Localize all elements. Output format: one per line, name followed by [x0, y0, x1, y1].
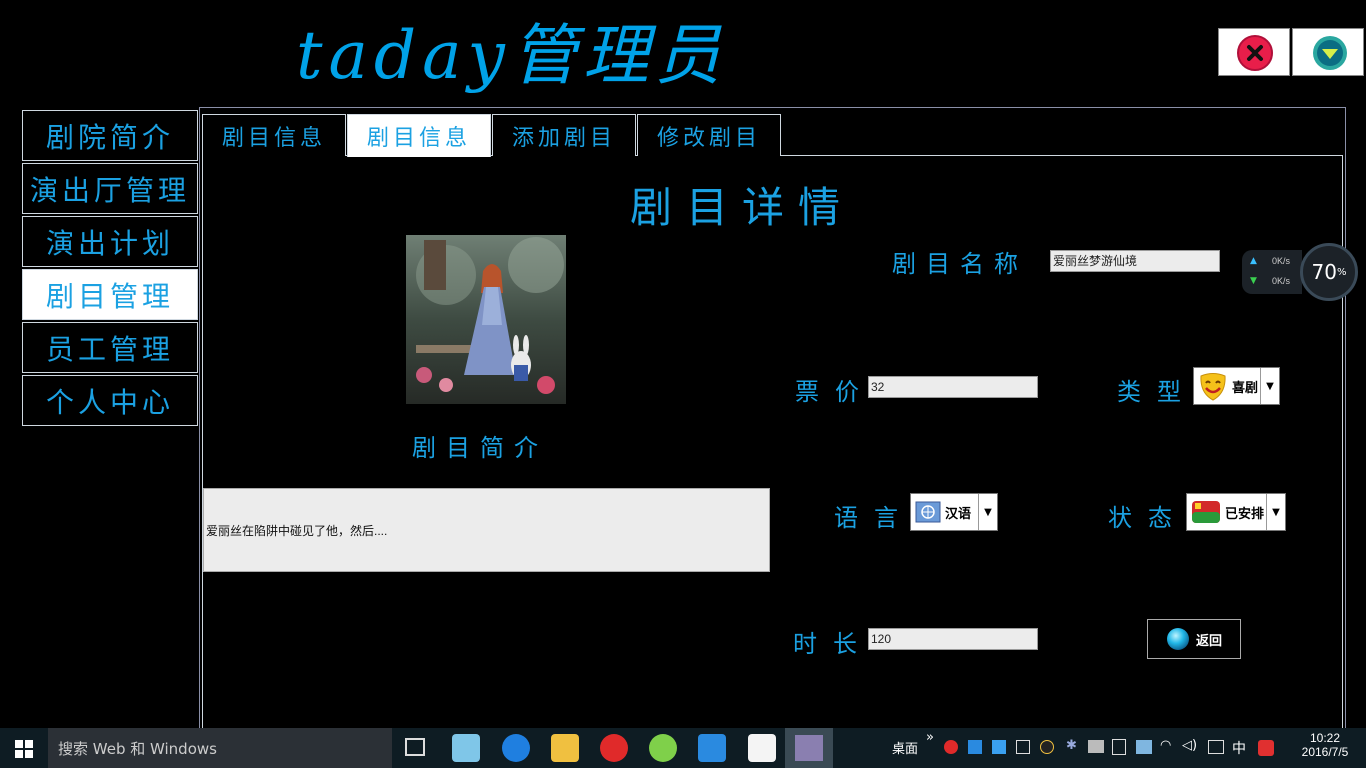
- intro-textarea[interactable]: 爱丽丝在陷阱中碰见了他，然后....: [203, 488, 770, 572]
- chevron-right-icon[interactable]: »: [926, 730, 934, 745]
- sidebar-item-show-plan[interactable]: 演出计划: [22, 216, 198, 267]
- shield-icon[interactable]: [968, 740, 982, 754]
- close-button[interactable]: [1218, 28, 1290, 76]
- comedy-mask-icon: [1200, 373, 1226, 401]
- running-app-icon: [795, 735, 823, 761]
- tray-doc-icon[interactable]: [1112, 739, 1126, 755]
- volume-icon[interactable]: ◁): [1182, 738, 1197, 753]
- sidebar-item-personal-center[interactable]: 个人中心: [22, 375, 198, 426]
- net-speed-widget[interactable]: ▲ 0K/s ▼ 0K/s: [1242, 250, 1302, 294]
- tray-network-icon[interactable]: [1136, 740, 1152, 754]
- clock[interactable]: 10:22 2016/7/5: [1290, 731, 1360, 759]
- back-button[interactable]: 返回: [1147, 619, 1241, 659]
- app-title: taday管理员: [296, 17, 727, 94]
- tab-edit-play[interactable]: 修改剧目: [637, 114, 781, 156]
- memory-percent: 70: [1311, 260, 1337, 284]
- memory-percent-sign: %: [1336, 266, 1347, 278]
- type-select[interactable]: 喜剧 ▼: [1193, 367, 1280, 405]
- price-label: 票价: [795, 378, 875, 406]
- monitor-icon[interactable]: [1088, 740, 1104, 753]
- language-value: 汉语: [945, 505, 972, 521]
- status-value: 已安排: [1225, 505, 1265, 521]
- status-label: 状态: [1108, 504, 1188, 532]
- desktop-label[interactable]: 桌面: [892, 738, 918, 757]
- music-app-icon[interactable]: [600, 734, 628, 762]
- melon-app-icon[interactable]: [649, 734, 677, 762]
- windows-logo-icon: [15, 740, 33, 758]
- browser-icon[interactable]: [502, 734, 530, 762]
- status-flag-icon: [1192, 501, 1220, 523]
- sidebar-item-play-management[interactable]: 剧目管理: [22, 269, 198, 320]
- clock-date: 2016/7/5: [1301, 745, 1349, 759]
- notification-icon[interactable]: [1208, 740, 1224, 754]
- chevron-down-icon: [1313, 36, 1347, 70]
- back-orb-icon: [1166, 628, 1189, 650]
- status-select[interactable]: 已安排 ▼: [1186, 493, 1286, 531]
- duration-label: 时长: [793, 630, 873, 658]
- sidebar-item-hall-management[interactable]: 演出厅管理: [22, 163, 198, 214]
- start-button[interactable]: [14, 739, 34, 763]
- wifi-icon[interactable]: ◠: [1160, 738, 1171, 753]
- tab-add-play[interactable]: 添加剧目: [492, 114, 636, 156]
- name-field[interactable]: 爱丽丝梦游仙境: [1050, 250, 1220, 272]
- ime-indicator[interactable]: 中: [1232, 738, 1246, 758]
- java-app-icon[interactable]: [748, 734, 776, 762]
- tray-app-icon[interactable]: [992, 740, 1006, 754]
- chevron-down-icon[interactable]: ▼: [1260, 368, 1279, 404]
- qq-icon[interactable]: [1040, 740, 1054, 754]
- clock-time: 10:22: [1309, 731, 1341, 745]
- running-app-tile[interactable]: [785, 728, 833, 768]
- upload-arrow-icon: ▲: [1250, 256, 1257, 266]
- tray-music-icon[interactable]: [944, 740, 958, 754]
- intro-label: 剧目简介: [412, 434, 548, 462]
- dolphin-app-icon[interactable]: [698, 734, 726, 762]
- task-view-icon[interactable]: [405, 738, 425, 756]
- bluetooth-icon[interactable]: ✱: [1066, 738, 1077, 753]
- upload-speed-unit: K/s: [1277, 256, 1291, 266]
- close-icon: [1237, 35, 1273, 71]
- sidebar-item-theater-intro[interactable]: 剧院简介: [22, 110, 198, 161]
- sogou-ime-icon[interactable]: [1258, 740, 1274, 756]
- taskbar-search[interactable]: 搜索 Web 和 Windows: [48, 728, 392, 768]
- type-label: 类型: [1117, 378, 1197, 406]
- folder-icon[interactable]: [551, 734, 579, 762]
- intro-text: 爱丽丝在陷阱中碰见了他，然后....: [206, 523, 388, 538]
- price-field[interactable]: 32: [868, 376, 1038, 398]
- name-label: 剧目名称: [892, 250, 1028, 278]
- detail-heading: 剧目详情: [630, 183, 855, 232]
- language-label: 语言: [834, 504, 914, 532]
- app-icon-1[interactable]: [452, 734, 480, 762]
- minimize-button[interactable]: [1292, 28, 1364, 76]
- duration-field[interactable]: 120: [868, 628, 1038, 650]
- play-poster: [406, 235, 566, 404]
- type-value: 喜剧: [1232, 379, 1259, 395]
- sidebar-item-staff-management[interactable]: 员工管理: [22, 322, 198, 373]
- memory-gauge[interactable]: 70%: [1300, 243, 1358, 301]
- download-speed-unit: K/s: [1277, 276, 1291, 286]
- chevron-down-icon[interactable]: ▼: [1266, 494, 1285, 530]
- back-label: 返回: [1195, 632, 1222, 648]
- tab-play-info-1[interactable]: 剧目信息: [202, 114, 346, 156]
- camera-icon[interactable]: [1016, 740, 1030, 754]
- chevron-down-icon[interactable]: ▼: [978, 494, 997, 530]
- search-placeholder: 搜索 Web 和 Windows: [58, 739, 217, 758]
- tab-play-info-2[interactable]: 剧目信息: [347, 114, 491, 157]
- language-select[interactable]: 汉语 ▼: [910, 493, 998, 531]
- download-arrow-icon: ▼: [1250, 276, 1257, 286]
- language-flag-icon: [915, 501, 941, 523]
